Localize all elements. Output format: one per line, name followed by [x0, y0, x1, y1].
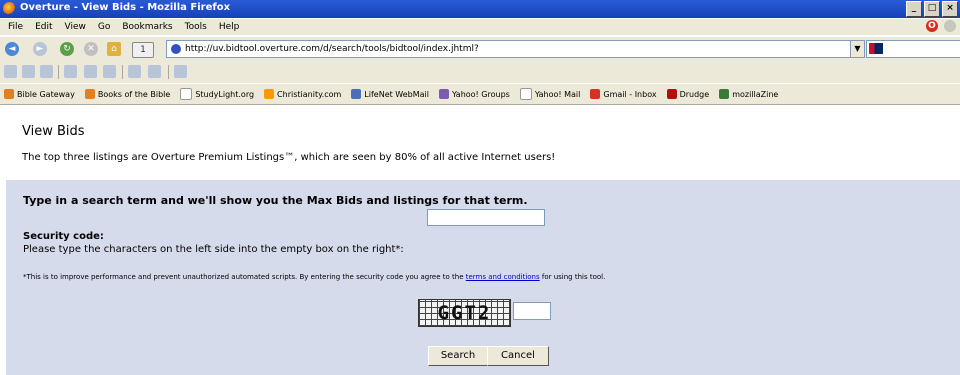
adblock-icon[interactable]: O — [926, 20, 938, 32]
bookmark-label: Christianity.com — [277, 89, 342, 99]
search-term-input[interactable] — [427, 209, 545, 226]
menu-file[interactable]: File — [8, 22, 23, 32]
history-icon[interactable] — [103, 65, 116, 78]
maximize-button[interactable]: □ — [924, 1, 940, 17]
menu-view[interactable]: View — [65, 22, 86, 32]
bookmark-label: Bible Gateway — [17, 89, 75, 99]
bookmark-label: mozillaZine — [732, 89, 779, 99]
firefox-icon — [3, 2, 16, 15]
bible-gateway-icon — [4, 89, 14, 99]
bid-search-panel: Type in a search term and we'll show you… — [6, 180, 960, 375]
home-icon[interactable]: ⌂ — [107, 42, 121, 56]
mozillazine-icon — [719, 89, 730, 99]
page-content: View Bids The top three listings are Ove… — [0, 105, 960, 375]
menu-tools[interactable]: Tools — [185, 22, 207, 32]
note-text: *This is to improve performance and prev… — [23, 273, 466, 281]
bookmark-mozillazine[interactable]: mozillaZine — [719, 89, 778, 99]
offline-icon[interactable]: 1 — [132, 42, 154, 58]
bible-books-icon — [84, 89, 95, 99]
bookmark-drudge[interactable]: Drudge — [666, 89, 710, 99]
bookmark-label: Yahoo! Groups — [452, 89, 510, 99]
drudge-icon — [666, 89, 677, 99]
reload-icon[interactable]: ↻ — [60, 42, 74, 56]
new-icon[interactable] — [4, 65, 17, 78]
bookmark-bible-gateway[interactable]: Bible Gateway — [4, 89, 75, 99]
window-controls: _ □ × — [906, 1, 958, 17]
bookmark-studylight[interactable]: StudyLight.org — [180, 88, 254, 100]
menu-edit[interactable]: Edit — [35, 22, 52, 32]
bookmarks-icon[interactable] — [64, 65, 77, 78]
url-text: http://uv.bidtool.overture.com/d/search/… — [185, 44, 479, 54]
stop-icon[interactable]: ✕ — [84, 42, 98, 56]
captcha-input[interactable] — [513, 302, 551, 320]
menu-bar: File Edit View Go Bookmarks Tools Help O — [0, 19, 960, 35]
bookmark-label: Gmail - Inbox — [603, 89, 657, 99]
bookmark-label: LifeNet WebMail — [364, 89, 429, 99]
bookmark-christianity[interactable]: Christianity.com — [264, 89, 341, 99]
window-title: Overture - View Bids - Mozilla Firefox — [20, 2, 231, 13]
print-icon[interactable] — [174, 65, 187, 78]
window-icon[interactable] — [128, 65, 141, 78]
page-title: View Bids — [22, 124, 85, 139]
captcha-image: GGT2 — [418, 299, 511, 327]
toolbar-separator — [122, 65, 123, 79]
print-preview-icon[interactable] — [84, 65, 97, 78]
search-button[interactable]: Search — [428, 346, 488, 366]
page-description: The top three listings are Overture Prem… — [22, 152, 556, 163]
navigation-toolbar: ◄ ► ↻ ✕ ⌂ 1 http://uv.bidtool.overture.c… — [0, 36, 960, 61]
back-icon[interactable]: ◄ — [5, 42, 19, 56]
toolbar-separator — [58, 65, 59, 79]
url-dropdown-icon[interactable]: ▼ — [850, 40, 865, 58]
menu-bookmarks[interactable]: Bookmarks — [122, 22, 172, 32]
bookmark-lifenet-webmail[interactable]: LifeNet WebMail — [351, 89, 429, 99]
page-icon — [180, 88, 193, 100]
groups-icon — [439, 89, 449, 99]
forward-icon[interactable]: ► — [33, 42, 47, 56]
bookmark-yahoo-groups[interactable]: Yahoo! Groups — [439, 89, 510, 99]
edit-toolbar — [0, 61, 960, 83]
bookmark-label: Drudge — [679, 89, 710, 99]
window-titlebar: Overture - View Bids - Mozilla Firefox _… — [0, 0, 960, 18]
search-engine-icon[interactable] — [869, 43, 883, 54]
bookmark-books-of-the-bible[interactable]: Books of the Bible — [84, 89, 171, 99]
bookmark-yahoo-mail[interactable]: Yahoo! Mail — [519, 88, 581, 100]
copy-icon[interactable] — [40, 65, 53, 78]
gmail-icon — [590, 89, 601, 99]
bookmark-label: Books of the Bible — [97, 89, 171, 99]
cut-icon[interactable] — [22, 65, 35, 78]
search-headline: Type in a search term and we'll show you… — [23, 194, 528, 207]
terms-link[interactable]: terms and conditions — [466, 273, 540, 281]
security-note: *This is to improve performance and prev… — [23, 273, 605, 281]
mail-icon — [351, 89, 362, 99]
security-code-description: Please type the characters on the left s… — [23, 244, 404, 255]
bookmarks-toolbar: Bible Gateway Books of the Bible StudyLi… — [0, 84, 960, 105]
url-bar[interactable]: http://uv.bidtool.overture.com/d/search/… — [166, 40, 865, 58]
minimize-button[interactable]: _ — [906, 1, 922, 17]
page-icon — [519, 88, 532, 100]
security-code-label: Security code: — [23, 231, 104, 242]
bookmark-label: StudyLight.org — [195, 89, 255, 99]
note-text-end: for using this tool. — [539, 273, 606, 281]
tab-icon[interactable] — [148, 65, 161, 78]
throbber-icon — [944, 20, 956, 32]
bookmark-gmail[interactable]: Gmail - Inbox — [590, 89, 657, 99]
bookmark-label: Yahoo! Mail — [534, 89, 581, 99]
toolbar-separator — [168, 65, 169, 79]
site-favicon — [171, 43, 181, 54]
menu-go[interactable]: Go — [98, 22, 110, 32]
menu-help[interactable]: Help — [219, 22, 240, 32]
cancel-button[interactable]: Cancel — [487, 346, 549, 366]
christianity-icon — [264, 89, 275, 99]
close-button[interactable]: × — [942, 1, 958, 17]
search-box[interactable] — [866, 40, 960, 58]
